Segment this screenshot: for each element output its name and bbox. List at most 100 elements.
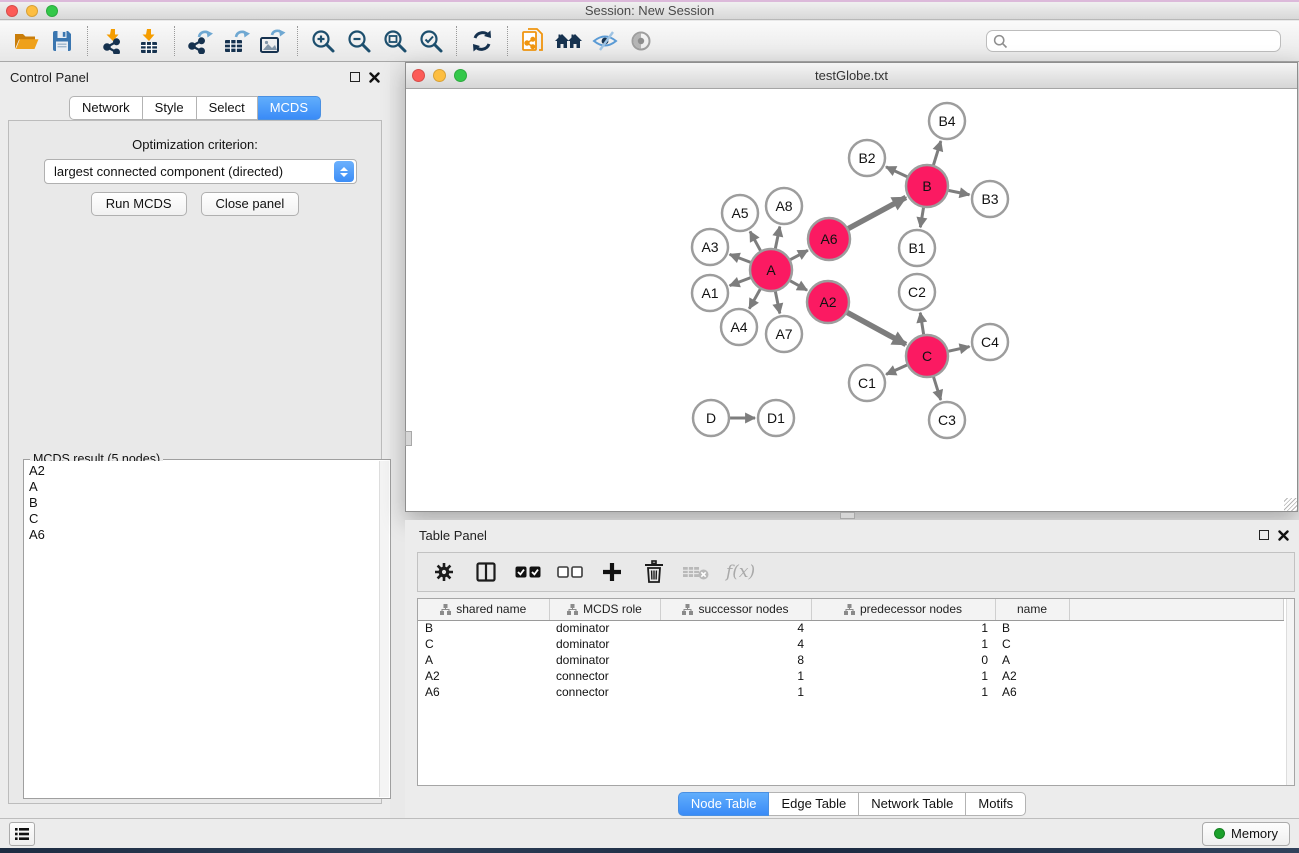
graph-node-B[interactable]: B: [906, 165, 948, 207]
run-mcds-button[interactable]: Run MCDS: [91, 192, 187, 216]
tab-network-table[interactable]: Network Table: [859, 792, 966, 816]
save-session-icon[interactable]: [44, 24, 80, 58]
edge-B-B1[interactable]: [920, 207, 923, 228]
memory-button[interactable]: Memory: [1202, 822, 1290, 846]
table-scrollbar[interactable]: [1286, 599, 1294, 785]
table-row[interactable]: A6connector11A6: [418, 684, 1284, 700]
close-panel-button[interactable]: Close panel: [201, 192, 300, 216]
edge-A-A5[interactable]: [750, 231, 761, 251]
graph-node-C4[interactable]: C4: [972, 324, 1008, 360]
optimization-criterion-select[interactable]: largest connected component (directed): [44, 159, 357, 184]
tab-mcds[interactable]: MCDS: [258, 96, 321, 120]
graph-node-A[interactable]: A: [750, 249, 792, 291]
graph-node-A6[interactable]: A6: [808, 218, 850, 260]
zoom-selected-icon[interactable]: [413, 24, 449, 58]
graph-node-C2[interactable]: C2: [899, 274, 935, 310]
tab-edge-table[interactable]: Edge Table: [769, 792, 859, 816]
close-panel-icon[interactable]: [1278, 530, 1289, 541]
graph-node-B3[interactable]: B3: [972, 181, 1008, 217]
tab-node-table[interactable]: Node Table: [678, 792, 770, 816]
edge-A-A7[interactable]: [775, 291, 780, 314]
table-cell[interactable]: 0: [811, 652, 995, 668]
edge-A-A2[interactable]: [789, 280, 807, 290]
zoom-out-icon[interactable]: [341, 24, 377, 58]
refresh-icon[interactable]: [464, 24, 500, 58]
table-cell[interactable]: 1: [811, 620, 995, 636]
edge-A-A1[interactable]: [730, 277, 752, 285]
graph-node-C1[interactable]: C1: [849, 365, 885, 401]
column-header-mcds-role[interactable]: MCDS role: [549, 599, 660, 620]
table-header-row[interactable]: shared nameMCDS rolesuccessor nodesprede…: [418, 599, 1284, 620]
window-resize-grip[interactable]: [1284, 498, 1297, 511]
mcds-result-item[interactable]: A2: [29, 463, 379, 479]
open-session-icon[interactable]: [8, 24, 44, 58]
search-box[interactable]: [986, 30, 1281, 52]
split-column-icon[interactable]: [472, 557, 500, 587]
export-table-icon[interactable]: [218, 24, 254, 58]
network-window-titlebar[interactable]: testGlobe.txt: [406, 63, 1297, 89]
table-cell[interactable]: connector: [549, 668, 660, 684]
edge-A-A6[interactable]: [790, 250, 808, 260]
tab-network[interactable]: Network: [69, 96, 143, 120]
graph-node-B4[interactable]: B4: [929, 103, 965, 139]
select-all-checkboxes-icon[interactable]: [514, 557, 542, 587]
table-row[interactable]: A2connector11A2: [418, 668, 1284, 684]
table-cell[interactable]: dominator: [549, 620, 660, 636]
table-cell[interactable]: 1: [811, 684, 995, 700]
network-graph-canvas[interactable]: AA1A2A3A4A5A6A7A8BB1B2B3B4CC1C2C3C4DD1: [406, 89, 1297, 511]
mcds-result-item[interactable]: A: [29, 479, 379, 495]
table-cell[interactable]: 4: [660, 636, 811, 652]
edge-C-C1[interactable]: [886, 365, 908, 375]
column-header-shared-name[interactable]: shared name: [418, 599, 549, 620]
hide-eye-icon[interactable]: [587, 24, 623, 58]
home-icon[interactable]: [551, 24, 587, 58]
table-cell[interactable]: A6: [995, 684, 1069, 700]
table-cell[interactable]: 1: [660, 684, 811, 700]
edge-A-A4[interactable]: [749, 288, 760, 308]
table-cell[interactable]: dominator: [549, 636, 660, 652]
table-cell[interactable]: C: [418, 636, 549, 652]
tab-style[interactable]: Style: [143, 96, 197, 120]
table-cell[interactable]: 1: [811, 636, 995, 652]
table-cell[interactable]: 1: [660, 668, 811, 684]
column-header-successor-nodes[interactable]: successor nodes: [660, 599, 811, 620]
float-panel-icon[interactable]: [350, 72, 360, 82]
splitpane-grabber[interactable]: [405, 431, 412, 446]
tab-select[interactable]: Select: [197, 96, 258, 120]
table-row[interactable]: Adominator80A: [418, 652, 1284, 668]
search-input[interactable]: [1012, 34, 1274, 48]
graph-node-B1[interactable]: B1: [899, 230, 935, 266]
table-cell[interactable]: B: [995, 620, 1069, 636]
mcds-result-item[interactable]: B: [29, 495, 379, 511]
graph-node-B2[interactable]: B2: [849, 140, 885, 176]
import-table-icon[interactable]: [131, 24, 167, 58]
close-panel-icon[interactable]: [369, 72, 380, 83]
table-cell[interactable]: C: [995, 636, 1069, 652]
graph-node-A1[interactable]: A1: [692, 275, 728, 311]
edge-A2-C[interactable]: [846, 312, 905, 344]
table-cell[interactable]: A2: [418, 668, 549, 684]
graph-node-A4[interactable]: A4: [721, 309, 757, 345]
table-cell[interactable]: 4: [660, 620, 811, 636]
graph-node-A5[interactable]: A5: [722, 195, 758, 231]
table-cell[interactable]: 8: [660, 652, 811, 668]
graph-node-A8[interactable]: A8: [766, 188, 802, 224]
mcds-result-list[interactable]: A2ABCA6: [25, 461, 379, 797]
table-cell[interactable]: 1: [811, 668, 995, 684]
edge-B-B4[interactable]: [933, 141, 941, 166]
export-network-icon[interactable]: [182, 24, 218, 58]
result-list-scrollbar[interactable]: [379, 461, 389, 797]
table-row[interactable]: Bdominator41B: [418, 620, 1284, 636]
edge-A-A3[interactable]: [730, 254, 752, 262]
table-cell[interactable]: A: [418, 652, 549, 668]
delete-column-icon[interactable]: [640, 557, 668, 587]
graph-node-A3[interactable]: A3: [692, 229, 728, 265]
clone-network-icon[interactable]: [515, 24, 551, 58]
edge-C-C3[interactable]: [933, 376, 940, 400]
table-cell[interactable]: dominator: [549, 652, 660, 668]
import-network-icon[interactable]: [95, 24, 131, 58]
edge-B-B2[interactable]: [886, 167, 908, 177]
export-image-icon[interactable]: [254, 24, 290, 58]
graph-node-A7[interactable]: A7: [766, 316, 802, 352]
column-header-name[interactable]: name: [995, 599, 1069, 620]
